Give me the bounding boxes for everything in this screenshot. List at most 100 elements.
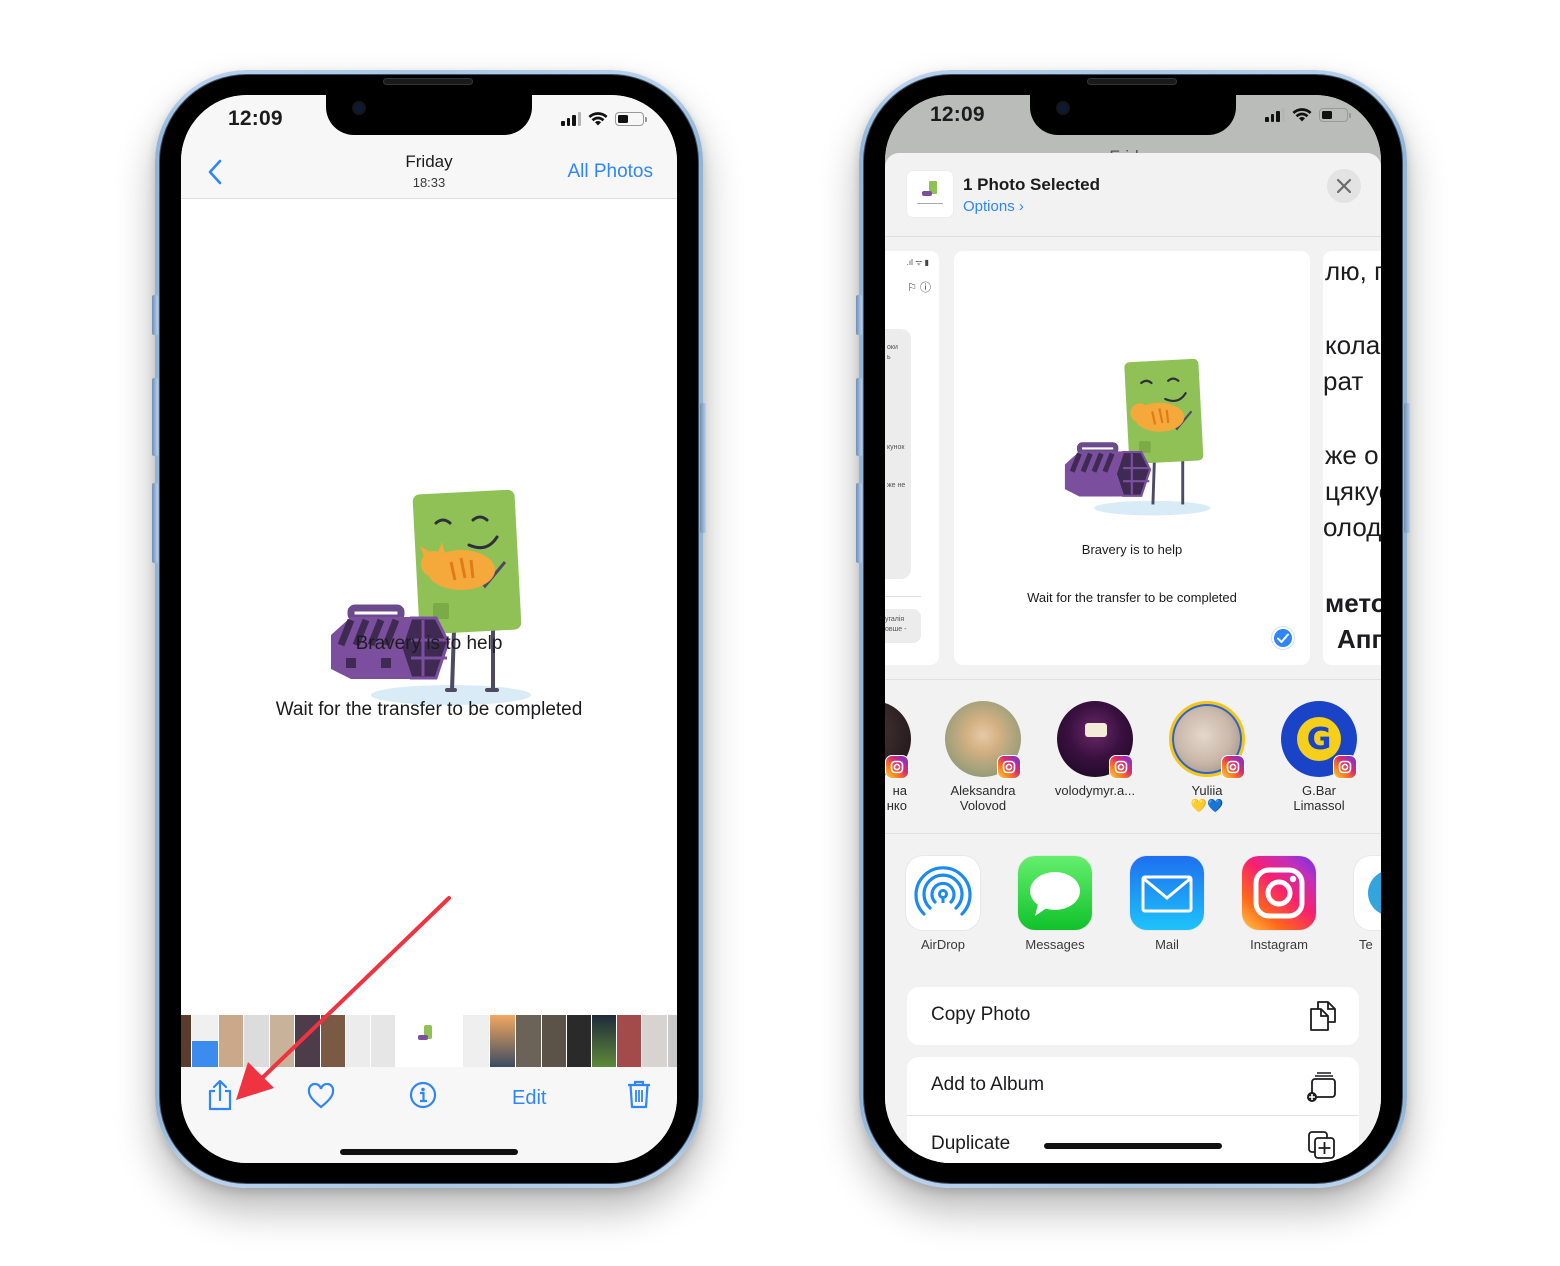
app-messages[interactable]: Messages: [1005, 856, 1105, 952]
contact-item[interactable]: volodymyr.a...: [1045, 701, 1145, 798]
options-button[interactable]: Options ›: [963, 198, 1024, 215]
preview-card-previous[interactable]: .ıl ᯤ ▮ ⚐ ⓘ оки ь кунок же не угалія овш…: [885, 251, 939, 665]
mute-switch: [856, 295, 862, 335]
add-to-album-action[interactable]: Add to Album: [907, 1057, 1359, 1115]
add-to-album-icon: [1307, 1072, 1336, 1102]
app-mail[interactable]: Mail: [1117, 856, 1217, 952]
duplicate-action[interactable]: Duplicate: [907, 1115, 1359, 1163]
preview-headline: Bravery is to help: [1081, 542, 1183, 557]
selected-checkmark[interactable]: [1272, 627, 1294, 649]
trash-icon[interactable]: [626, 1079, 652, 1109]
filmstrip-thumbnail[interactable]: [371, 1015, 395, 1067]
contact-item[interactable]: на нко: [885, 701, 923, 813]
mini-chat-bubble: оки ь кунок же не: [885, 329, 911, 579]
filmstrip-thumbnail[interactable]: [219, 1015, 243, 1067]
filmstrip-thumbnail[interactable]: [668, 1015, 677, 1067]
contact-name: Yuliia 💛💙: [1190, 783, 1224, 813]
contact-item[interactable]: G G.Bar Limassol: [1269, 701, 1369, 813]
all-photos-button[interactable]: All Photos: [567, 161, 653, 183]
app-airdrop[interactable]: AirDrop: [893, 856, 993, 952]
preview-card-next[interactable]: лю, п кола рат же о цякує олод мето Апп: [1323, 251, 1381, 665]
instagram-badge-icon: [1109, 755, 1133, 779]
filmstrip-thumbnail[interactable]: [321, 1015, 345, 1067]
filmstrip-thumbnail[interactable]: [244, 1015, 269, 1067]
filmstrip-thumbnail[interactable]: [270, 1015, 294, 1067]
home-indicator: [340, 1149, 518, 1155]
photo-headline: Bravery is to help: [355, 633, 503, 654]
photo-viewer[interactable]: Bravery is to help Wait for the transfer…: [181, 200, 677, 1015]
heart-icon[interactable]: [307, 1083, 335, 1109]
battery-icon: [1319, 107, 1351, 122]
info-icon[interactable]: [409, 1081, 437, 1109]
filmstrip-thumbnail[interactable]: [181, 1015, 191, 1067]
preview-message: Wait for the transfer to be completed: [1027, 590, 1237, 605]
filmstrip-thumbnail[interactable]: [192, 1015, 218, 1067]
notch: [1030, 95, 1236, 135]
front-camera: [1056, 101, 1070, 115]
edit-button[interactable]: Edit: [512, 1087, 546, 1110]
filmstrip-thumbnail[interactable]: [592, 1015, 616, 1067]
preview-card-current[interactable]: Bravery is to help Wait for the transfer…: [954, 251, 1310, 665]
app-label: Messages: [1025, 937, 1085, 952]
share-icon[interactable]: [207, 1079, 233, 1111]
telegram-icon: [1354, 856, 1381, 930]
filmstrip-thumbnail-selected[interactable]: [408, 1015, 450, 1067]
volume-down-button: [152, 483, 158, 563]
photos-screen: 12:09 Friday 18:33 All Photos Bravery is…: [181, 95, 677, 1163]
iphone-frame-share-sheet: Friday 12:09 1 Photo Selected: [856, 70, 1410, 1188]
filmstrip-thumbnail[interactable]: [642, 1015, 667, 1067]
filmstrip-thumbnail[interactable]: [295, 1015, 320, 1067]
share-apps-row: AirDrop Messages Mail Instagram Te: [885, 856, 1381, 966]
iphone-frame-photos-viewer: 12:09 Friday 18:33 All Photos Bravery is…: [152, 70, 706, 1188]
status-time: 12:09: [930, 103, 985, 126]
card-with-cat-illustration: [331, 490, 531, 705]
earpiece-speaker: [383, 78, 473, 85]
divider: [885, 833, 1381, 834]
filmstrip-thumbnail[interactable]: [490, 1015, 515, 1067]
instagram-badge-icon: [885, 755, 909, 779]
app-label: Mail: [1155, 937, 1179, 952]
notch: [326, 95, 532, 135]
app-telegram[interactable]: Te: [1341, 856, 1381, 952]
instagram-badge-icon: [997, 755, 1021, 779]
app-label: Te: [1359, 937, 1373, 952]
mini-chat-bubble: угалія овше -: [885, 609, 921, 643]
airdrop-icon: [906, 856, 980, 930]
app-instagram[interactable]: Instagram: [1229, 856, 1329, 952]
filmstrip-thumbnail[interactable]: [567, 1015, 591, 1067]
photo-message: Wait for the transfer to be completed: [275, 699, 583, 720]
action-label: Add to Album: [931, 1074, 1045, 1095]
copy-photo-action[interactable]: Copy Photo: [907, 987, 1359, 1045]
action-group: Copy Photo: [907, 987, 1359, 1045]
filmstrip-thumbnail[interactable]: [542, 1015, 566, 1067]
filmstrip-thumbnail[interactable]: [463, 1015, 489, 1067]
contact-item[interactable]: Yuliia 💛💙: [1157, 701, 1257, 813]
mini-status-icons: .ıl ᯤ ▮: [906, 258, 929, 267]
messages-icon: [1018, 856, 1092, 930]
close-button[interactable]: [1327, 169, 1361, 203]
filmstrip-thumbnail[interactable]: [617, 1015, 641, 1067]
app-label: AirDrop: [920, 937, 966, 952]
app-label: Instagram: [1250, 937, 1308, 952]
options-label: Options: [963, 198, 1015, 215]
front-camera: [352, 101, 366, 115]
contact-name: на нко: [886, 783, 907, 813]
duplicate-icon: [1308, 1131, 1335, 1159]
share-sheet-header: 1 Photo Selected Options ›: [885, 153, 1381, 237]
earpiece-speaker: [1087, 78, 1177, 85]
wifi-icon: [1292, 108, 1312, 122]
power-button: [700, 403, 706, 533]
chevron-right-icon: ›: [1018, 198, 1024, 215]
filmstrip-thumbnail[interactable]: [516, 1015, 541, 1067]
contact-item[interactable]: Aleksandra Volovod: [933, 701, 1033, 813]
instagram-badge-icon: [1221, 755, 1245, 779]
photo-preview-carousel[interactable]: .ıl ᯤ ▮ ⚐ ⓘ оки ь кунок же не угалія овш…: [885, 251, 1381, 665]
action-label: Copy Photo: [931, 1004, 1031, 1025]
battery-icon: [615, 111, 647, 126]
instagram-badge-icon: [1333, 755, 1357, 779]
volume-up-button: [856, 378, 862, 456]
filmstrip-thumbnail[interactable]: [346, 1015, 370, 1067]
home-indicator: [1044, 1143, 1222, 1149]
suggested-contacts-row: нанко AleksandraVolovod volodymyr.a...: [885, 701, 1381, 831]
photo-filmstrip[interactable]: [181, 1015, 677, 1067]
